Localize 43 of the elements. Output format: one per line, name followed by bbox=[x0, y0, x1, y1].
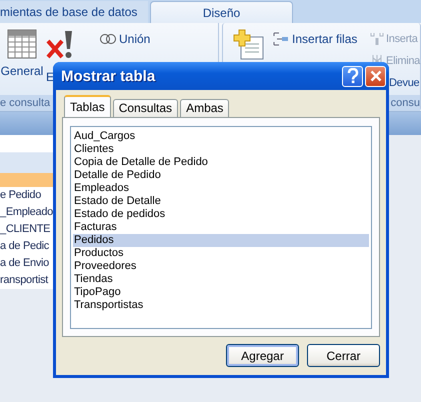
close-dialog-button[interactable]: Cerrar bbox=[307, 344, 380, 367]
close-button[interactable] bbox=[365, 66, 386, 86]
exclamation-cross-icon bbox=[46, 29, 74, 59]
list-item[interactable]: Tiendas bbox=[73, 273, 369, 286]
navigation-item[interactable]: a de Pedic bbox=[0, 238, 53, 255]
navigation-item[interactable]: ransportist bbox=[0, 272, 53, 289]
ribbon-button[interactable]: Insertar filas bbox=[292, 32, 358, 46]
list-item[interactable]: TipoPago bbox=[73, 286, 369, 299]
insert-column-icon bbox=[370, 32, 384, 46]
list-item[interactable]: Pedidos bbox=[73, 234, 369, 247]
list-item[interactable]: Detalle de Pedido bbox=[73, 169, 369, 182]
list-item[interactable]: Estado de Detalle bbox=[73, 195, 369, 208]
help-button[interactable] bbox=[342, 66, 363, 86]
ribbon-tab[interactable]: mientas de base de datos bbox=[0, 1, 148, 23]
list-item[interactable]: Clientes bbox=[73, 143, 369, 156]
list-item[interactable]: Transportistas bbox=[73, 299, 369, 312]
list-item[interactable]: Aud_Cargos bbox=[73, 130, 369, 143]
ribbon-button[interactable]: Unión bbox=[119, 32, 150, 46]
navigation-item[interactable]: _Empleado bbox=[0, 204, 53, 221]
tab[interactable]: Consultas bbox=[112, 99, 178, 117]
add-button[interactable]: Agregar bbox=[226, 344, 299, 367]
navigation-item[interactable]: a de Envio bbox=[0, 255, 53, 272]
list-item[interactable]: Proveedores bbox=[73, 260, 369, 273]
list-item[interactable]: Facturas bbox=[73, 221, 369, 234]
table-icon bbox=[7, 29, 37, 59]
ribbon-tab[interactable]: Diseño bbox=[150, 1, 293, 23]
union-icon bbox=[100, 33, 116, 45]
navigation-item[interactable]: _CLIENTE bbox=[0, 221, 53, 238]
navigation-item[interactable]: e Pedido bbox=[0, 187, 53, 204]
tab[interactable]: Ambas bbox=[180, 99, 230, 117]
list-item[interactable]: Copia de Detalle de Pedido bbox=[73, 156, 369, 169]
plus-document-icon bbox=[233, 29, 266, 61]
list-item[interactable]: Productos bbox=[73, 247, 369, 260]
tab[interactable]: Tablas bbox=[64, 95, 111, 117]
list-item[interactable]: Empleados bbox=[73, 182, 369, 195]
ribbon-button[interactable]: General bbox=[0, 64, 44, 78]
ribbon-button[interactable]: E bbox=[46, 64, 54, 84]
window-title: Mostrar tabla bbox=[61, 68, 156, 84]
insert-rows-icon bbox=[273, 32, 290, 46]
help-icon bbox=[346, 68, 358, 84]
ribbon-button[interactable]: Devue bbox=[389, 77, 420, 89]
list-item[interactable]: Estado de pedidos bbox=[73, 208, 369, 221]
close-icon bbox=[370, 70, 382, 82]
